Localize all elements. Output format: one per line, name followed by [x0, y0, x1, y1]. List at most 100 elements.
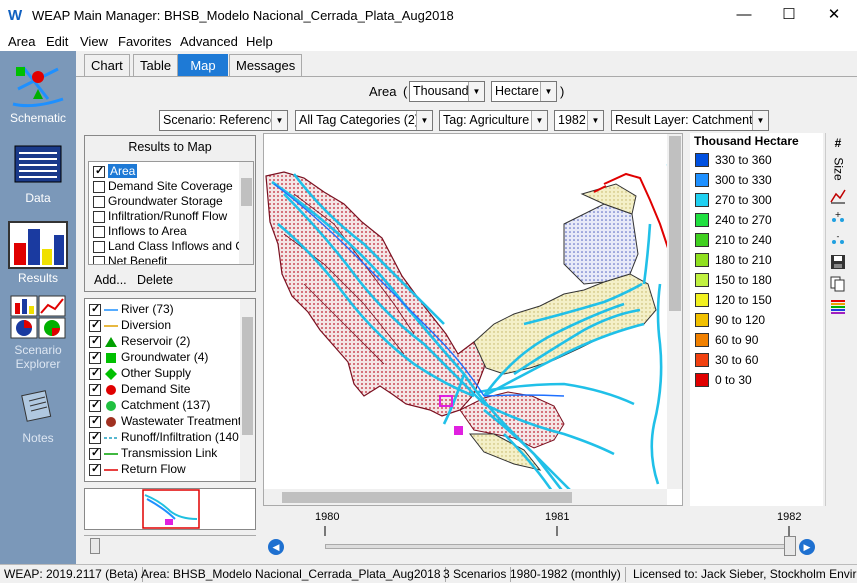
menu-favorites[interactable]: Favorites [118, 34, 171, 49]
tab-messages[interactable]: Messages [229, 54, 303, 76]
tag-categories-select[interactable]: All Tag Categories (2) ▼ [295, 110, 433, 131]
maximize-button[interactable]: ☐ [774, 4, 804, 26]
copy-icon[interactable] [827, 276, 849, 296]
map-hscrollbar[interactable] [264, 489, 667, 505]
notes-label: Notes [22, 431, 54, 445]
layers-scrollbar[interactable] [240, 299, 255, 481]
layer-item[interactable]: River (73) [89, 302, 174, 317]
view-notes[interactable]: Notes [0, 387, 76, 447]
scenario-explorer-icon [10, 295, 66, 339]
minimize-button[interactable]: — [729, 4, 759, 26]
checkbox[interactable] [89, 462, 101, 477]
checkbox[interactable] [93, 225, 105, 238]
layer-square-icon [104, 352, 118, 364]
layer-item[interactable]: Other Supply [89, 366, 191, 381]
data-label: Data [25, 191, 51, 205]
layers-panel: River (73) Diversion Reservoir (2) Groundwa… [84, 298, 256, 482]
checkbox[interactable] [89, 350, 101, 365]
results-item[interactable]: Groundwater Storage [93, 194, 223, 209]
pin-icon[interactable]: # [827, 136, 849, 156]
checkbox[interactable] [89, 302, 101, 317]
checkbox[interactable] [93, 255, 105, 264]
tag-value: Tag: Agriculture [443, 113, 530, 127]
checkbox[interactable] [89, 446, 101, 461]
results-item[interactable]: Land Class Inflows and O [93, 239, 245, 254]
layer-item[interactable]: Reservoir (2) [89, 334, 190, 349]
zoom-out-icon[interactable]: - [827, 232, 849, 252]
checkbox[interactable] [89, 398, 101, 413]
tab-map[interactable]: Map [178, 54, 228, 76]
view-data[interactable]: Data [0, 141, 76, 207]
view-results[interactable]: Results [0, 221, 76, 287]
units-scale-select[interactable]: Thousand ▼ [409, 81, 485, 102]
close-button[interactable]: ✕ [819, 4, 849, 26]
layer-label: Diversion [121, 318, 172, 332]
scrollbar-thumb[interactable] [669, 136, 681, 311]
tag-select[interactable]: Tag: Agriculture ▼ [439, 110, 548, 131]
tab-chart[interactable]: Chart [84, 54, 130, 76]
scrollbar-thumb[interactable] [241, 178, 252, 206]
delete-button[interactable]: Delete [137, 273, 173, 287]
results-item[interactable]: Infiltration/Runoff Flow [93, 209, 227, 224]
timeline-prev-icon[interactable]: ◀ [268, 539, 284, 555]
zoom-slider-thumb[interactable] [90, 538, 100, 554]
zoom-in-icon[interactable]: + [827, 210, 849, 230]
menu-area[interactable]: Area [8, 34, 35, 49]
layer-item[interactable]: Demand Site [89, 382, 190, 397]
timeline-slider-track[interactable] [325, 544, 790, 549]
map-canvas[interactable] [263, 133, 683, 506]
menu-view[interactable]: View [80, 34, 108, 49]
checkbox[interactable] [93, 180, 105, 193]
layer-item[interactable]: Groundwater (4) [89, 350, 208, 365]
window-title: WEAP Main Manager: BHSB_Modelo Nacional_… [32, 8, 454, 23]
results-item[interactable]: Inflows to Area [93, 224, 187, 239]
results-item-area[interactable]: Area [93, 164, 138, 179]
layer-item[interactable]: Transmission Link [89, 446, 217, 461]
result-layer-select[interactable]: Result Layer: Catchments ▼ [611, 110, 769, 131]
tab-table[interactable]: Table [133, 54, 179, 76]
overview-map[interactable] [84, 488, 256, 530]
timeline-slider-thumb[interactable] [784, 536, 796, 556]
checkbox[interactable] [93, 210, 105, 223]
checkbox[interactable] [93, 164, 105, 179]
results-scrollbar[interactable] [239, 162, 253, 264]
menu-advanced[interactable]: Advanced [180, 34, 238, 49]
schematic-label: Schematic [9, 111, 67, 125]
results-to-map-header: Results to Map [128, 140, 212, 154]
legend-label: 210 to 240 [715, 233, 772, 247]
checkbox[interactable] [93, 240, 105, 253]
scrollbar-thumb[interactable] [282, 492, 572, 503]
checkbox[interactable] [89, 430, 101, 445]
checkbox[interactable] [89, 318, 101, 333]
checkbox[interactable] [89, 334, 101, 349]
map-vscrollbar[interactable] [667, 134, 682, 489]
view-schematic[interactable]: Schematic [0, 59, 76, 129]
year-select[interactable]: 1982 ▼ [554, 110, 604, 131]
checkbox[interactable] [89, 414, 101, 429]
save-icon[interactable] [827, 254, 849, 274]
layer-item[interactable]: Catchment (137) [89, 398, 210, 413]
layer-item[interactable]: Runoff/Infiltration (140 [89, 430, 239, 445]
menu-edit[interactable]: Edit [46, 34, 68, 49]
timeline-next-icon[interactable]: ▶ [799, 539, 815, 555]
size-tab[interactable]: Size [827, 157, 849, 184]
chart-line-icon[interactable] [827, 188, 849, 208]
units-unit-select[interactable]: Hectare ▼ [491, 81, 557, 102]
layer-item[interactable]: Return Flow [89, 462, 186, 477]
layer-item[interactable]: Diversion [89, 318, 171, 333]
view-scenario-explorer[interactable]: Scenario Explorer [0, 295, 76, 373]
checkbox[interactable] [93, 195, 105, 208]
zoom-slider[interactable] [84, 535, 256, 554]
scenario-select[interactable]: Scenario: Reference ▼ [159, 110, 288, 131]
menu-help[interactable]: Help [246, 34, 273, 49]
scrollbar-thumb[interactable] [242, 317, 253, 435]
checkbox[interactable] [89, 366, 101, 381]
checkbox[interactable] [89, 382, 101, 397]
results-item[interactable]: Net Benefit [93, 254, 167, 264]
add-button[interactable]: Add... [94, 273, 127, 287]
results-item[interactable]: Demand Site Coverage [93, 179, 233, 194]
layer-dash-icon [104, 432, 118, 444]
color-scheme-icon[interactable] [827, 298, 849, 318]
layer-label: Reservoir (2) [121, 334, 191, 348]
layer-item[interactable]: Wastewater Treatment [89, 414, 241, 429]
